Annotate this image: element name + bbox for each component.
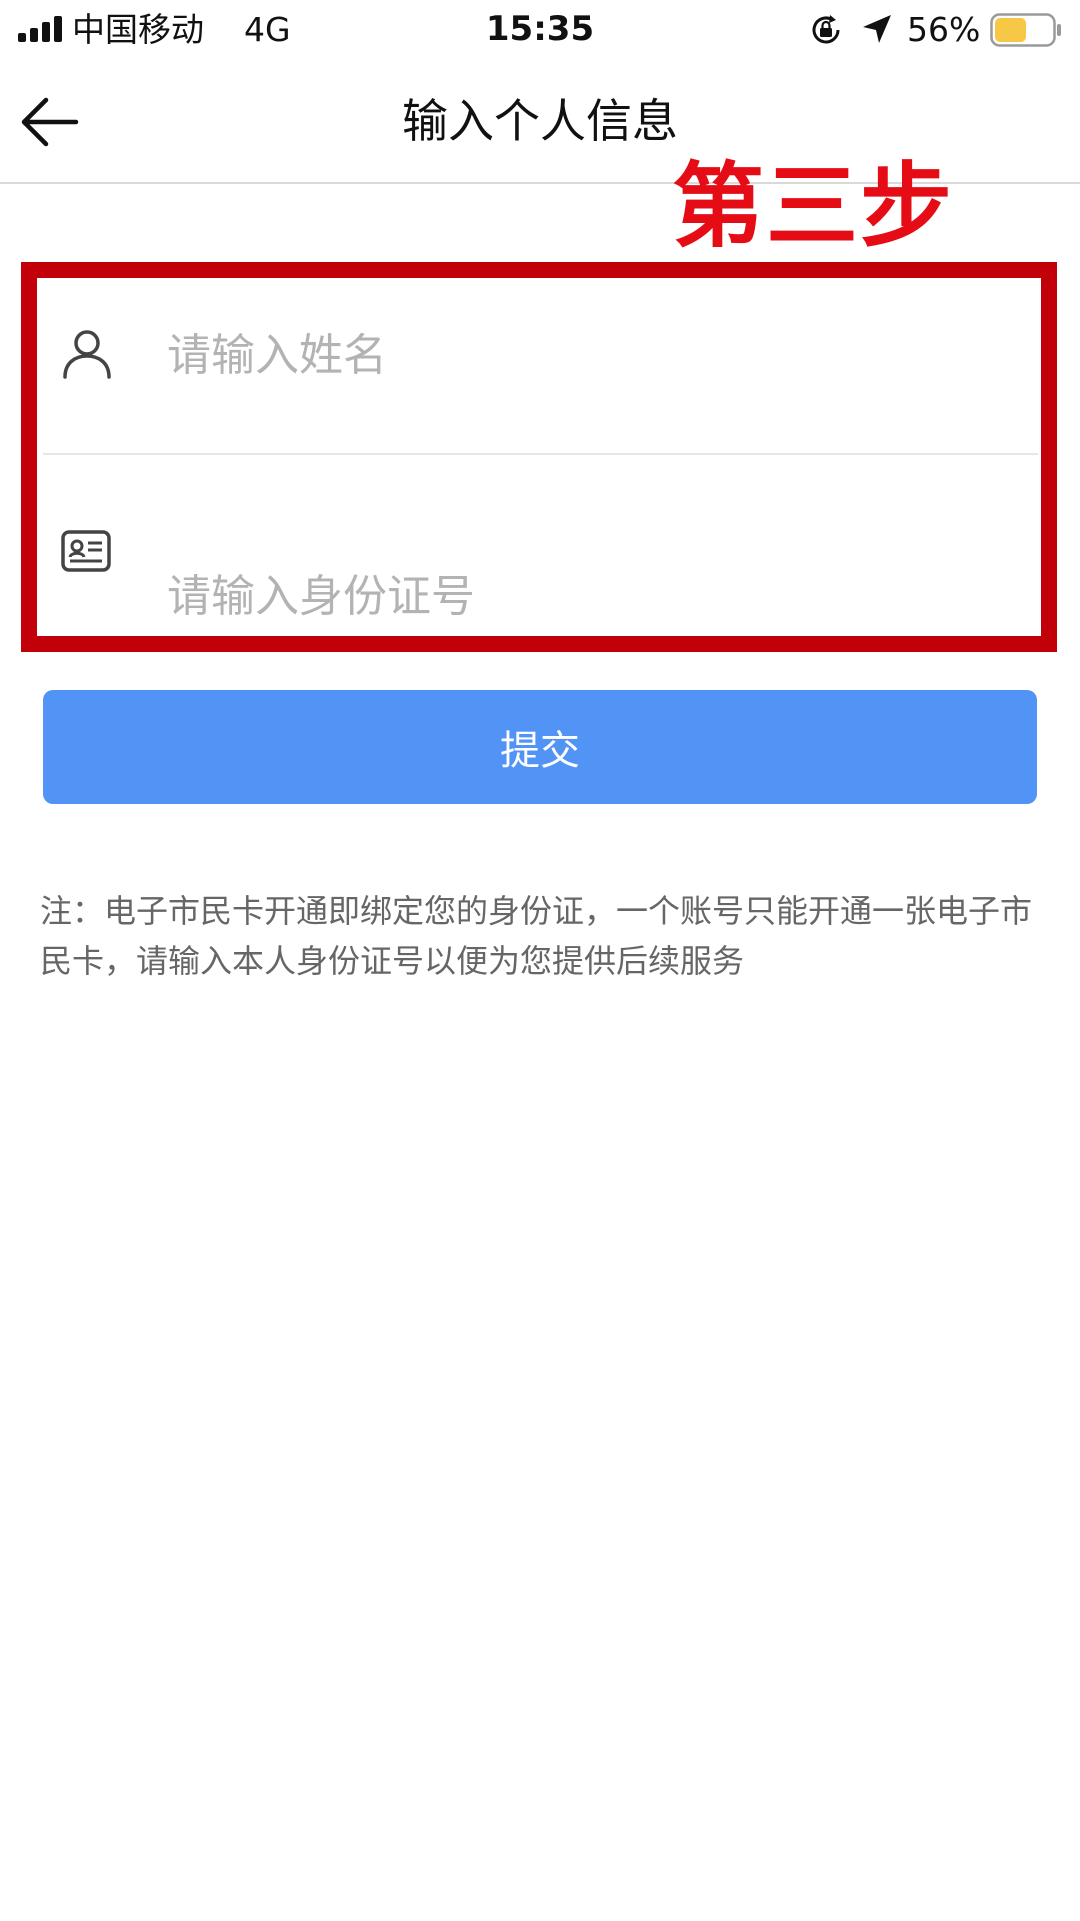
name-row: [43, 285, 1038, 455]
status-time: 15:35: [485, 9, 595, 49]
location-arrow-icon: [863, 15, 891, 43]
step-annotation-label: 第三步: [672, 153, 955, 260]
network-type: 4G: [244, 10, 291, 49]
binding-note: 注：电子市民卡开通即绑定您的身份证，一个账号只能开通一张电子市民卡，请输入本人身…: [40, 892, 1033, 980]
id-number-input[interactable]: [167, 556, 1007, 636]
id-card-icon: [61, 530, 111, 572]
user-icon: [63, 330, 111, 379]
rotation-lock-icon: [812, 15, 840, 44]
battery-percent: 56%: [907, 10, 981, 49]
screen: 中国移动 4G 15:35 56% 输入个人信息 第三步 请输入姓名 请输入身份…: [0, 0, 1080, 1921]
submit-button[interactable]: 提交: [43, 690, 1037, 804]
name-input[interactable]: [167, 315, 1007, 395]
page-title: 输入个人信息: [402, 94, 678, 148]
battery-icon: [990, 13, 1061, 47]
id-number-row: [43, 476, 1038, 646]
status-bar: 中国移动 4G 15:35 56%: [0, 0, 1080, 60]
carrier-name: 中国移动: [72, 10, 204, 49]
signal-strength-icon: [18, 16, 62, 42]
